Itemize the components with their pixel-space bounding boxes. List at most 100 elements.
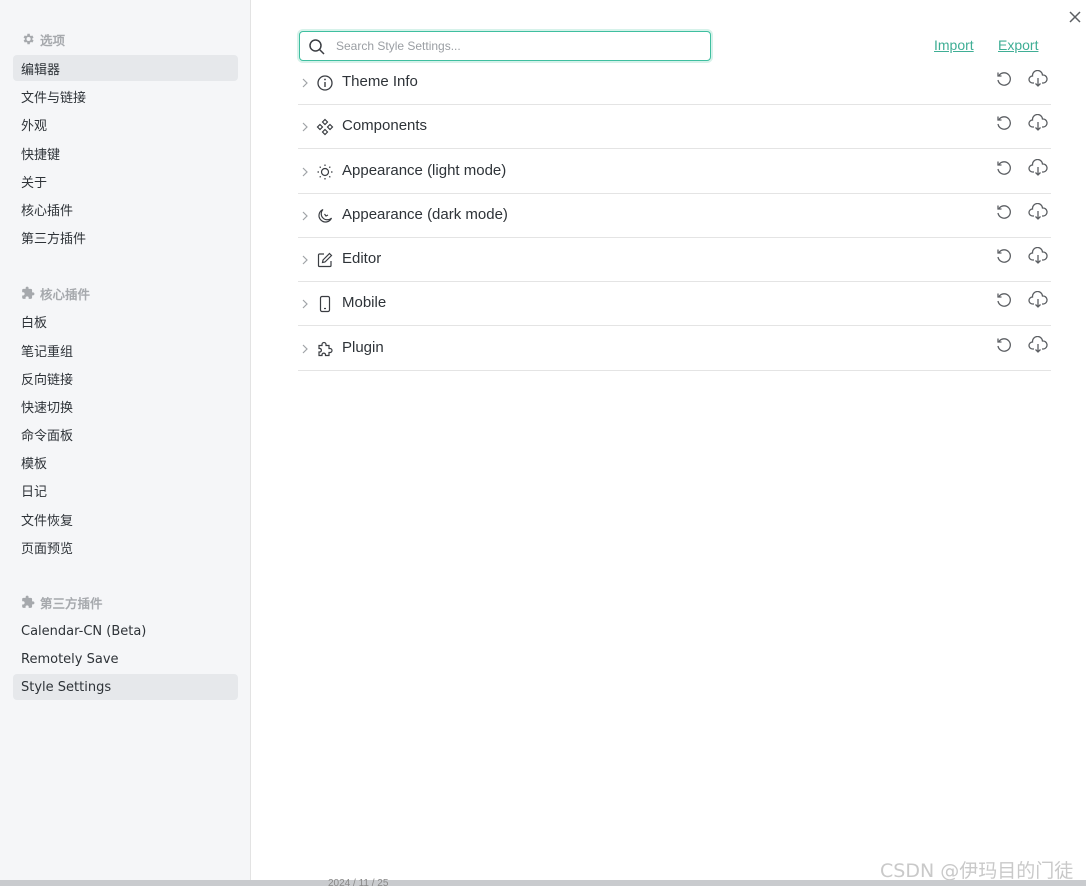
sidebar-item-file-recovery[interactable]: 文件恢复	[13, 506, 238, 532]
export-section-button[interactable]	[1028, 202, 1048, 226]
sidebar-item-command-palette[interactable]: 命令面板	[13, 421, 238, 447]
sidebar-item-label: 日记	[21, 484, 48, 500]
sidebar-item-label: 文件与链接	[21, 90, 87, 106]
reset-icon	[995, 203, 1013, 226]
close-icon	[1068, 10, 1082, 29]
export-section-button[interactable]	[1028, 335, 1048, 359]
sidebar-item-daily-notes[interactable]: 日记	[13, 477, 238, 503]
sidebar-item-editor[interactable]: 编辑器	[13, 55, 238, 81]
sidebar-item-community-plugins[interactable]: 第三方插件	[13, 224, 238, 250]
sidebar-item-label: 模板	[21, 456, 48, 472]
reset-button[interactable]	[994, 248, 1014, 268]
sun-icon	[316, 163, 334, 186]
sidebar-item-label: 页面预览	[21, 541, 74, 557]
sidebar-item-backlinks[interactable]: 反向链接	[13, 365, 238, 391]
reset-button[interactable]	[994, 160, 1014, 180]
sidebar-item-label: Style Settings	[21, 679, 112, 695]
section-label: Mobile	[342, 294, 387, 311]
search-icon	[308, 38, 326, 61]
reset-button[interactable]	[994, 115, 1014, 135]
settings-sidebar: 选项 编辑器 文件与链接 外观 快捷键 关于 核心插件 第三方插件 核心插件 白…	[0, 0, 251, 886]
section-appearance-light[interactable]: Appearance (light mode)	[298, 150, 1051, 194]
sidebar-item-label: 文件恢复	[21, 513, 74, 529]
core-plugins-group-header: 核心插件	[21, 283, 90, 303]
sidebar-item-label: 关于	[21, 175, 48, 191]
reset-icon	[995, 114, 1013, 137]
export-section-button[interactable]	[1028, 246, 1048, 268]
section-editor[interactable]: Editor	[298, 238, 1051, 282]
reset-icon	[995, 159, 1013, 182]
section-label: Appearance (light mode)	[342, 162, 507, 179]
sidebar-item-hotkeys[interactable]: 快捷键	[13, 140, 238, 166]
reset-icon	[995, 247, 1013, 270]
cloud-download-icon	[1028, 113, 1048, 137]
gear-icon	[21, 32, 35, 46]
export-section-button[interactable]	[1028, 113, 1048, 137]
sidebar-item-about[interactable]: 关于	[13, 168, 238, 194]
section-label: Editor	[342, 250, 382, 267]
import-link[interactable]: Import	[934, 37, 974, 53]
section-appearance-dark[interactable]: Appearance (dark mode)	[298, 194, 1051, 238]
cloud-download-icon	[1028, 335, 1048, 359]
sidebar-item-label: 核心插件	[21, 203, 74, 219]
export-section-button[interactable]	[1028, 158, 1048, 182]
sidebar-item-style-settings[interactable]: Style Settings	[13, 674, 238, 700]
sidebar-item-appearance[interactable]: 外观	[13, 111, 238, 137]
chevron-right-icon	[300, 342, 310, 361]
section-label: Theme Info	[342, 73, 418, 90]
chevron-right-icon	[300, 120, 310, 139]
cloud-download-icon	[1028, 69, 1048, 93]
cloud-download-icon	[1028, 202, 1048, 226]
puzzle-icon	[316, 340, 334, 363]
sidebar-item-files-links[interactable]: 文件与链接	[13, 83, 238, 109]
reset-icon	[995, 291, 1013, 314]
sidebar-item-canvas[interactable]: 白板	[13, 308, 238, 334]
chevron-right-icon	[300, 165, 310, 184]
moon-icon	[316, 207, 334, 230]
search-field[interactable]	[299, 31, 711, 61]
sidebar-item-label: 命令面板	[21, 428, 74, 444]
export-link[interactable]: Export	[998, 37, 1038, 53]
sidebar-item-templates[interactable]: 模板	[13, 449, 238, 475]
reset-button[interactable]	[994, 337, 1014, 357]
reset-button[interactable]	[994, 204, 1014, 224]
sidebar-item-label: 快速切换	[21, 400, 74, 416]
chevron-right-icon	[300, 209, 310, 228]
puzzle-icon	[21, 286, 35, 300]
sidebar-item-page-preview[interactable]: 页面预览	[13, 534, 238, 560]
reset-button[interactable]	[994, 71, 1014, 91]
sidebar-item-remotely-save[interactable]: Remotely Save	[13, 646, 238, 672]
section-label: Appearance (dark mode)	[342, 206, 508, 223]
reset-icon	[995, 70, 1013, 93]
section-components[interactable]: Components	[298, 105, 1051, 149]
section-theme-info[interactable]: Theme Info	[298, 61, 1051, 105]
search-input[interactable]	[336, 36, 696, 56]
sidebar-item-label: 外观	[21, 118, 48, 134]
chevron-right-icon	[300, 253, 310, 272]
sidebar-item-label: 编辑器	[21, 62, 61, 78]
sidebar-item-calendar-cn[interactable]: Calendar-CN (Beta)	[13, 618, 238, 644]
sidebar-item-quick-switcher[interactable]: 快速切换	[13, 393, 238, 419]
background-date-text: 2024 / 11 / 25	[328, 878, 389, 886]
community-plugins-group-header: 第三方插件	[21, 592, 103, 612]
edit-icon	[316, 251, 334, 274]
export-section-button[interactable]	[1028, 290, 1048, 312]
mobile-icon	[316, 295, 334, 318]
section-mobile[interactable]: Mobile	[298, 282, 1051, 326]
section-label: Components	[342, 117, 428, 134]
chevron-right-icon	[300, 297, 310, 316]
core-plugins-header-label: 核心插件	[40, 286, 91, 302]
cloud-download-icon	[1028, 158, 1048, 182]
watermark: CSDN @伊玛目的门徒	[880, 860, 1074, 882]
sidebar-item-note-composer[interactable]: 笔记重组	[13, 337, 238, 363]
sidebar-item-core-plugins[interactable]: 核心插件	[13, 196, 238, 222]
section-plugin[interactable]: Plugin	[298, 327, 1051, 371]
sidebar-item-label: Calendar-CN (Beta)	[21, 623, 147, 639]
sidebar-item-label: 第三方插件	[21, 231, 87, 247]
close-button[interactable]	[1066, 10, 1084, 28]
export-section-button[interactable]	[1028, 69, 1048, 93]
sidebar-item-label: 反向链接	[21, 372, 74, 388]
reset-button[interactable]	[994, 292, 1014, 312]
community-plugins-header-label: 第三方插件	[40, 595, 103, 611]
puzzle-icon	[21, 595, 35, 609]
